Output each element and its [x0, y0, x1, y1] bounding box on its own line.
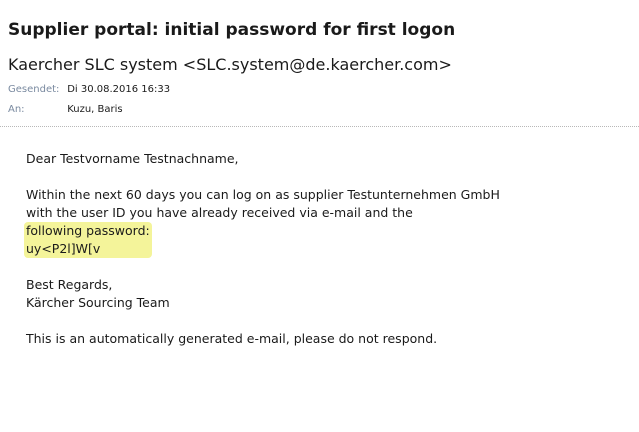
signature: Kärcher Sourcing Team	[26, 295, 170, 310]
to-recipient[interactable]: Kuzu, Baris	[67, 104, 122, 115]
sent-row: Gesendet: Di 30.08.2016 16:33	[8, 84, 170, 95]
closing: Best Regards,	[26, 277, 113, 292]
greeting: Dear Testvorname Testnachname,	[26, 151, 239, 166]
sent-label: Gesendet:	[8, 84, 60, 95]
header-divider	[0, 126, 639, 127]
footer-note: This is an automatically generated e-mai…	[26, 331, 438, 346]
email-header: Supplier portal: initial password for fi…	[0, 0, 639, 128]
body-line-2: with the user ID you have already receiv…	[26, 205, 413, 220]
body-line-1: Within the next 60 days you can log on a…	[26, 187, 500, 202]
email-reading-pane: Supplier portal: initial password for fi…	[0, 0, 639, 432]
password-label: following password:	[26, 223, 150, 238]
email-body: Dear Testvorname Testnachname, Within th…	[24, 150, 632, 348]
to-label: An:	[8, 104, 25, 115]
password-value[interactable]: uy<P2l]W[v	[26, 240, 150, 258]
email-sender[interactable]: Kaercher SLC system <SLC.system@de.kaerc…	[8, 55, 452, 74]
to-row: An: Kuzu, Baris	[8, 104, 123, 115]
email-subject: Supplier portal: initial password for fi…	[8, 20, 456, 40]
password-highlight: following password: uy<P2l]W[v	[24, 222, 152, 258]
sent-value: Di 30.08.2016 16:33	[67, 84, 171, 95]
